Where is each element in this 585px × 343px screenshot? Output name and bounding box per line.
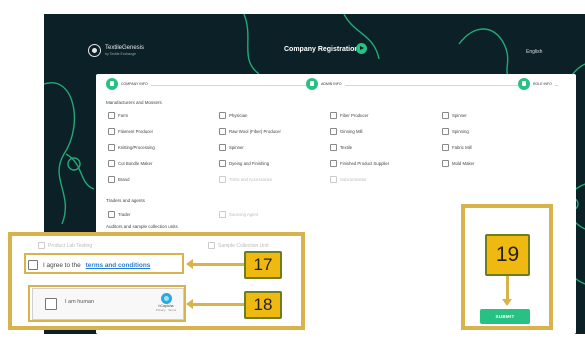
checkbox bbox=[38, 242, 45, 249]
captcha-checkbox[interactable] bbox=[45, 298, 57, 310]
option-checkbox[interactable]: Dyeing and Finishing bbox=[219, 160, 269, 167]
step-role-info[interactable]: ROLE INFO bbox=[518, 78, 555, 90]
option-checkbox-faded: Product Lab Testing bbox=[38, 242, 92, 249]
callout-number-17: 17 bbox=[244, 251, 282, 279]
checkbox[interactable] bbox=[108, 128, 115, 135]
callout-number-18: 18 bbox=[244, 291, 282, 319]
terms-prefix: I agree to the bbox=[43, 261, 81, 269]
arrow-18 bbox=[186, 299, 244, 309]
checkbox[interactable] bbox=[442, 128, 449, 135]
option-checkbox[interactable]: Knitting/Processing bbox=[108, 144, 155, 151]
checkbox bbox=[330, 176, 337, 183]
checkbox bbox=[219, 176, 226, 183]
captcha-widget[interactable]: I am human hCaptcha Privacy · Terms bbox=[32, 288, 184, 320]
page-title: Company Registration bbox=[284, 46, 359, 53]
section-auditors: Auditors and sample collection units bbox=[106, 224, 178, 229]
option-checkbox[interactable]: Filament Producer bbox=[108, 128, 153, 135]
option-checkbox[interactable]: Spinning bbox=[442, 128, 469, 135]
language-selector[interactable]: English bbox=[526, 49, 542, 55]
role-icon bbox=[518, 78, 530, 90]
brand-subtitle: by Textile Exchange bbox=[105, 51, 137, 56]
submit-button[interactable]: SUBMIT bbox=[480, 309, 530, 324]
captcha-label: I am human bbox=[65, 299, 95, 305]
option-checkbox-disabled: Subcontractor bbox=[330, 176, 367, 183]
checkbox[interactable] bbox=[330, 128, 337, 135]
option-checkbox-disabled: Trims and Accessories bbox=[219, 176, 272, 183]
terms-link[interactable]: terms and conditions bbox=[86, 262, 151, 269]
checkbox[interactable] bbox=[330, 144, 337, 151]
checkbox[interactable] bbox=[108, 176, 115, 183]
option-checkbox[interactable]: Textile bbox=[330, 144, 352, 151]
checkbox[interactable] bbox=[219, 144, 226, 151]
option-checkbox[interactable]: Finished Product Supplier bbox=[330, 160, 389, 167]
brand-name: TextileGenesis bbox=[105, 44, 145, 51]
hcaptcha-badge: hCaptcha Privacy · Terms bbox=[155, 293, 177, 312]
checkbox[interactable] bbox=[108, 160, 115, 167]
option-checkbox[interactable]: Fabric Mill bbox=[442, 144, 472, 151]
checkbox[interactable] bbox=[330, 112, 337, 119]
checkbox[interactable] bbox=[330, 160, 337, 167]
arrow-17 bbox=[186, 259, 244, 269]
admin-icon bbox=[306, 78, 318, 90]
checkbox[interactable] bbox=[108, 112, 115, 119]
terms-row[interactable]: I agree to the terms and conditions bbox=[28, 260, 150, 270]
step-progress: COMPANY INFO ADMIN INFO ROLE INFO bbox=[106, 78, 566, 92]
option-checkbox[interactable]: Brand bbox=[108, 176, 129, 183]
option-checkbox[interactable]: Ginning Mill bbox=[330, 128, 362, 135]
brand-logo[interactable]: TextileGenesis by Textile Exchange bbox=[88, 44, 144, 57]
option-checkbox-disabled: Sourcing Agent bbox=[219, 211, 258, 218]
step-company-info[interactable]: COMPANY INFO bbox=[106, 78, 151, 90]
checkbox[interactable] bbox=[219, 128, 226, 135]
option-checkbox[interactable]: Raw Wool (Fiber) Producer bbox=[219, 128, 281, 135]
checkbox bbox=[208, 242, 215, 249]
terms-checkbox[interactable] bbox=[28, 260, 38, 270]
checkbox[interactable] bbox=[442, 160, 449, 167]
option-checkbox[interactable]: Fiber Producer bbox=[330, 112, 368, 119]
logo-icon bbox=[88, 44, 101, 57]
company-icon bbox=[106, 78, 118, 90]
option-checkbox[interactable]: Trader bbox=[108, 211, 131, 218]
option-checkbox-faded: Sample Collection Unit bbox=[208, 242, 269, 249]
step-admin-info[interactable]: ADMIN INFO bbox=[306, 78, 345, 90]
option-checkbox[interactable]: Cut Bundle Maker bbox=[108, 160, 152, 167]
checkbox[interactable] bbox=[108, 211, 115, 218]
option-checkbox[interactable]: Farm bbox=[108, 112, 128, 119]
option-checkbox[interactable]: Spinner bbox=[219, 144, 244, 151]
section-manufacturers: Manufacturers and Mossers bbox=[106, 100, 162, 105]
checkbox[interactable] bbox=[219, 112, 226, 119]
checkbox[interactable] bbox=[219, 160, 226, 167]
checkbox[interactable] bbox=[442, 112, 449, 119]
checkbox[interactable] bbox=[442, 144, 449, 151]
callout-number-19: 19 bbox=[485, 234, 530, 276]
option-checkbox[interactable]: Spinner bbox=[442, 112, 467, 119]
play-icon[interactable] bbox=[356, 43, 367, 54]
checkbox bbox=[219, 211, 226, 218]
option-checkbox[interactable]: Physician bbox=[219, 112, 247, 119]
section-traders: Traders and agents bbox=[106, 198, 145, 203]
hcaptcha-icon bbox=[160, 293, 172, 304]
option-checkbox[interactable]: Mold Maker bbox=[442, 160, 474, 167]
checkbox[interactable] bbox=[108, 144, 115, 151]
arrow-19 bbox=[502, 276, 512, 306]
